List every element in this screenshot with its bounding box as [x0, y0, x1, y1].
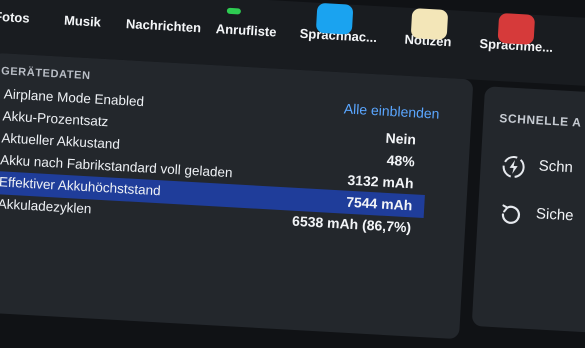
app-label: Fotos: [0, 8, 30, 26]
app-label: Nachrichten: [125, 16, 202, 36]
quick-action-backup[interactable]: Siche: [497, 199, 585, 234]
backup-icon: [501, 204, 521, 224]
quick-action-fast-charge[interactable]: Schn: [500, 151, 585, 186]
row-label: Akku-Prozentsatz: [2, 108, 109, 130]
app-anrufliste[interactable]: Anrufliste: [215, 7, 277, 40]
voicemail-icon: [315, 2, 354, 35]
row-label: Akkuladezyklen: [0, 196, 92, 217]
device-data-title: GERÄTEDATEN: [0, 65, 91, 83]
app-notizen[interactable]: Notizen: [404, 8, 452, 49]
quick-actions-title: SCHNELLE A: [498, 111, 582, 130]
app-sprachmemos[interactable]: Sprachme...: [479, 12, 553, 55]
quick-action-label: Schn: [538, 157, 574, 177]
quick-actions-panel: SCHNELLE A Schn Siche: [471, 86, 585, 335]
row-value: Nein: [385, 129, 417, 148]
app-label: Musik: [63, 12, 102, 30]
quick-action-label: Siche: [535, 205, 574, 225]
screen: Fotos Musik Nachrichten Anrufliste Sprac…: [0, 0, 585, 340]
row-value: 3132 mAh: [347, 171, 414, 192]
notes-icon: [410, 8, 449, 41]
row-value: 48%: [386, 151, 416, 170]
app-musik[interactable]: Musik: [64, 13, 102, 30]
app-fotos[interactable]: Fotos: [0, 9, 30, 26]
row-value: 7544 mAh: [345, 193, 413, 214]
app-label: Anrufliste: [215, 21, 277, 40]
phone-icon: [226, 7, 242, 15]
app-sprachnachrichten[interactable]: Sprachnac...: [299, 2, 377, 45]
device-data-panel: GERÄTEDATEN Alle einblenden Airplane Mod…: [0, 52, 474, 340]
row-value: 6538 mAh (86,7%): [291, 212, 412, 236]
row-label: Aktueller Akkustand: [1, 130, 121, 152]
voice-memos-icon: [497, 12, 536, 45]
fast-charge-icon: [502, 155, 525, 178]
app-nachrichten[interactable]: Nachrichten: [126, 16, 202, 35]
